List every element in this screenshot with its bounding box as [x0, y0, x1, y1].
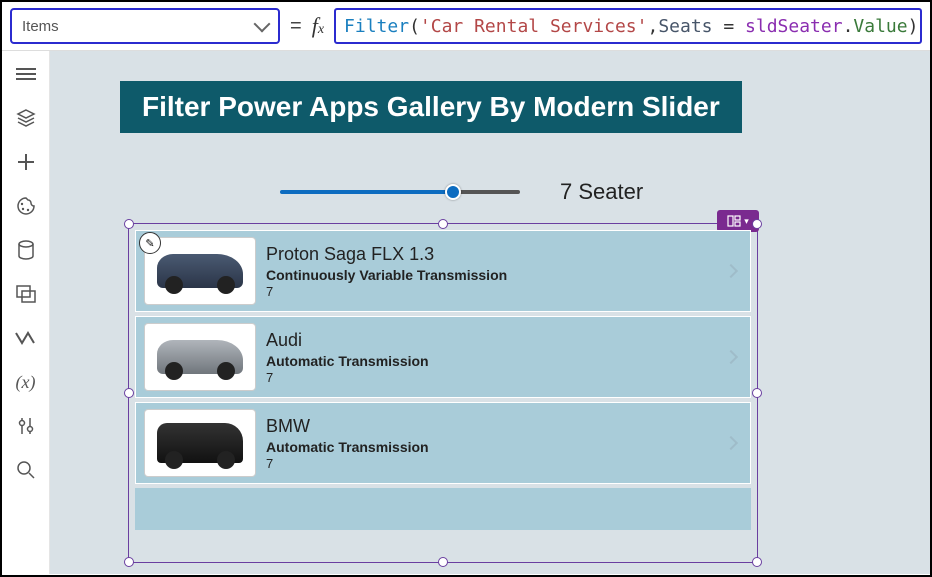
car-image [144, 409, 256, 477]
left-rail: (x) [2, 51, 50, 574]
chevron-down-icon [254, 16, 271, 33]
tree-view-icon[interactable] [15, 63, 37, 85]
flows-icon[interactable] [15, 327, 37, 349]
formula-bar: Items = fx Filter('Car Rental Services',… [2, 2, 930, 51]
car-transmission: Automatic Transmission [266, 439, 716, 455]
token-field: Seats [658, 16, 712, 37]
car-seats: 7 [266, 284, 716, 299]
chevron-right-icon[interactable] [724, 264, 738, 278]
gallery-item-empty [135, 488, 751, 530]
token-control: sldSeater [745, 16, 843, 37]
fx-icon[interactable]: fx [312, 13, 324, 39]
layers-icon[interactable] [15, 107, 37, 129]
data-icon[interactable] [15, 239, 37, 261]
chevron-right-icon[interactable] [724, 350, 738, 364]
token-property: Value [853, 16, 907, 37]
car-name: BMW [266, 416, 716, 437]
slider-track[interactable] [280, 190, 520, 194]
car-transmission: Continuously Variable Transmission [266, 267, 716, 283]
car-image: ✎ [144, 237, 256, 305]
token-string: 'Car Rental Services' [420, 16, 648, 37]
property-dropdown[interactable]: Items [10, 8, 280, 44]
tools-icon[interactable] [15, 415, 37, 437]
car-image [144, 323, 256, 391]
gallery-item[interactable]: ✎ Proton Saga FLX 1.3 Continuously Varia… [135, 230, 751, 312]
car-seats: 7 [266, 370, 716, 385]
gallery-selection[interactable]: ▾ ✎ Proton Saga FLX 1.3 Continuously V [128, 223, 758, 563]
car-name: Audi [266, 330, 716, 351]
gallery-item[interactable]: BMW Automatic Transmission 7 [135, 402, 751, 484]
canvas[interactable]: Filter Power Apps Gallery By Modern Slid… [50, 51, 930, 574]
car-seats: 7 [266, 456, 716, 471]
car-transmission: Automatic Transmission [266, 353, 716, 369]
token-function: Filter [344, 16, 409, 37]
edit-template-icon[interactable]: ✎ [139, 232, 161, 254]
equals-sign: = [290, 15, 302, 38]
car-name: Proton Saga FLX 1.3 [266, 244, 716, 265]
gallery: ✎ Proton Saga FLX 1.3 Continuously Varia… [135, 230, 751, 556]
title-label: Filter Power Apps Gallery By Modern Slid… [120, 81, 742, 133]
search-icon[interactable] [15, 459, 37, 481]
formula-input[interactable]: Filter('Car Rental Services',Seats = sld… [334, 8, 922, 44]
theme-icon[interactable] [15, 195, 37, 217]
insert-icon[interactable] [15, 151, 37, 173]
slider-value-label: 7 Seater [560, 179, 643, 205]
media-icon[interactable] [15, 283, 37, 305]
chevron-right-icon[interactable] [724, 436, 738, 450]
slider-thumb[interactable] [445, 184, 461, 200]
slider-control: 7 Seater [280, 179, 643, 205]
variables-icon[interactable]: (x) [15, 371, 37, 393]
gallery-item[interactable]: Audi Automatic Transmission 7 [135, 316, 751, 398]
property-name: Items [22, 18, 59, 35]
